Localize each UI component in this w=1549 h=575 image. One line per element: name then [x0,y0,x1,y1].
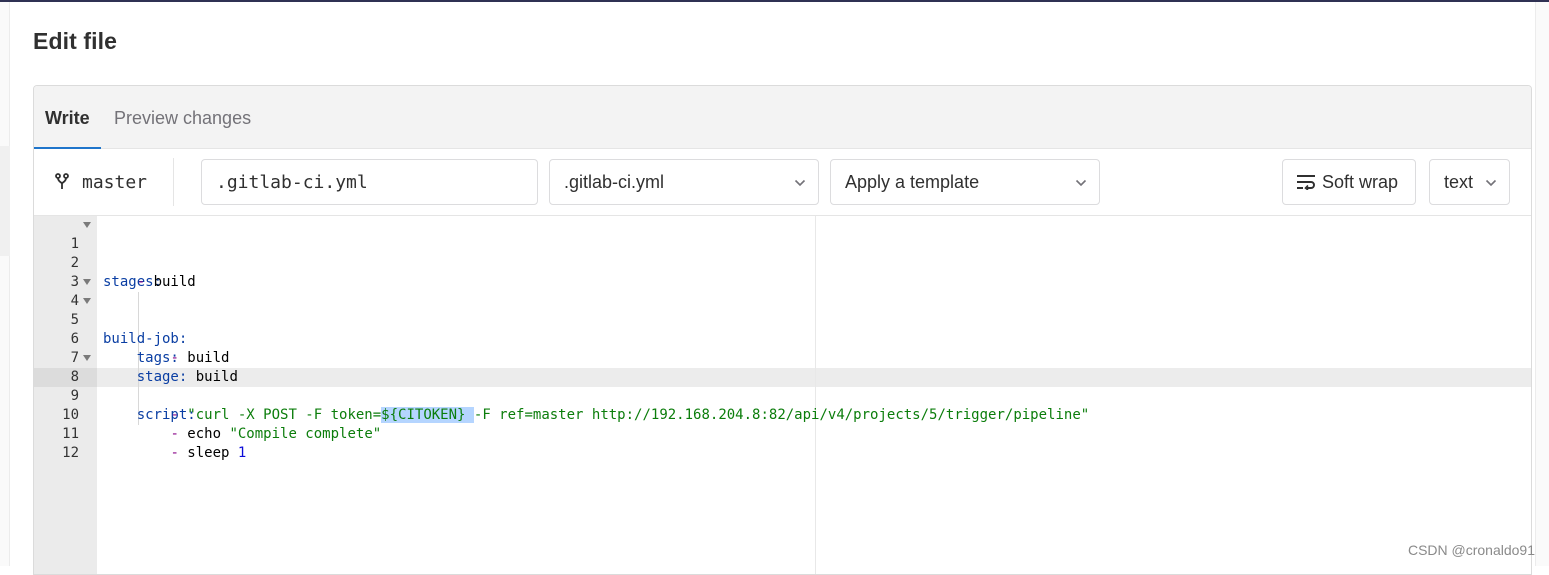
chevron-down-icon [1075,179,1087,187]
code-line[interactable]: 6 - build [34,311,1531,366]
fold-arrow-icon[interactable] [83,222,91,228]
line-code: - sleep 1 [170,445,247,461]
file-editor-card: Write Preview changes master .gitlab-ci.… [33,85,1532,575]
toolbar-divider [173,158,174,206]
code-line[interactable]: 3 [34,254,1531,290]
soft-wrap-label: Soft wrap [1322,171,1399,192]
branch-icon [55,173,69,189]
fold-arrow-icon[interactable] [83,298,91,304]
code-line[interactable]: 11 - sleep 1 [34,406,1531,461]
template-select-value: Apply a template [845,171,980,192]
code-line-active[interactable]: 9 - "curl -X POST -F token=${CITOKEN} -F… [34,368,1531,423]
editor-mode-value: text [1444,171,1474,192]
template-select[interactable]: Apply a template [830,159,1100,205]
code-editor[interactable]: 1 stages: 2 - build 3 4 build-job: 5 tag… [34,216,1531,574]
fold-arrow-icon[interactable] [83,355,91,361]
chevron-down-icon [794,179,806,187]
soft-wrap-button[interactable]: Soft wrap [1282,159,1416,205]
code-line[interactable]: 2 - build [34,235,1531,290]
file-name-input[interactable] [201,159,538,205]
watermark: CSDN @cronaldo91 [1407,542,1535,558]
code-line[interactable]: 10 - echo "Compile complete" [34,387,1531,442]
editor-mode-select[interactable]: text [1429,159,1510,205]
file-type-select-value: .gitlab-ci.yml [564,171,665,192]
file-type-select[interactable]: .gitlab-ci.yml [549,159,819,205]
tab-preview-changes[interactable]: Preview changes [103,107,262,149]
chevron-down-icon [1485,179,1497,187]
sidebar-rail-mark [0,146,10,256]
code-line[interactable]: 4 build-job: [34,273,1531,347]
tab-write[interactable]: Write [34,107,101,149]
editor-tabs: Write Preview changes [34,86,1531,149]
page-title: Edit file [33,28,117,54]
file-toolbar: master .gitlab-ci.yml Apply a template S… [34,149,1531,216]
code-line[interactable]: 7 stage: build [34,330,1531,385]
top-accent-bar [0,0,1549,2]
branch-indicator: master [54,149,147,215]
soft-wrap-icon [1297,175,1315,190]
code-line[interactable]: 8 script: [34,349,1531,423]
line-number: 12 [62,445,79,461]
left-sidebar-rail [0,2,10,566]
code-line[interactable]: 5 tags: [34,292,1531,366]
code-line[interactable]: 1 stages: [34,216,1531,290]
right-scroll-rail[interactable] [1535,2,1549,566]
code-line[interactable]: 12 [34,425,1531,461]
branch-name: master [82,171,148,193]
fold-arrow-icon[interactable] [83,279,91,285]
